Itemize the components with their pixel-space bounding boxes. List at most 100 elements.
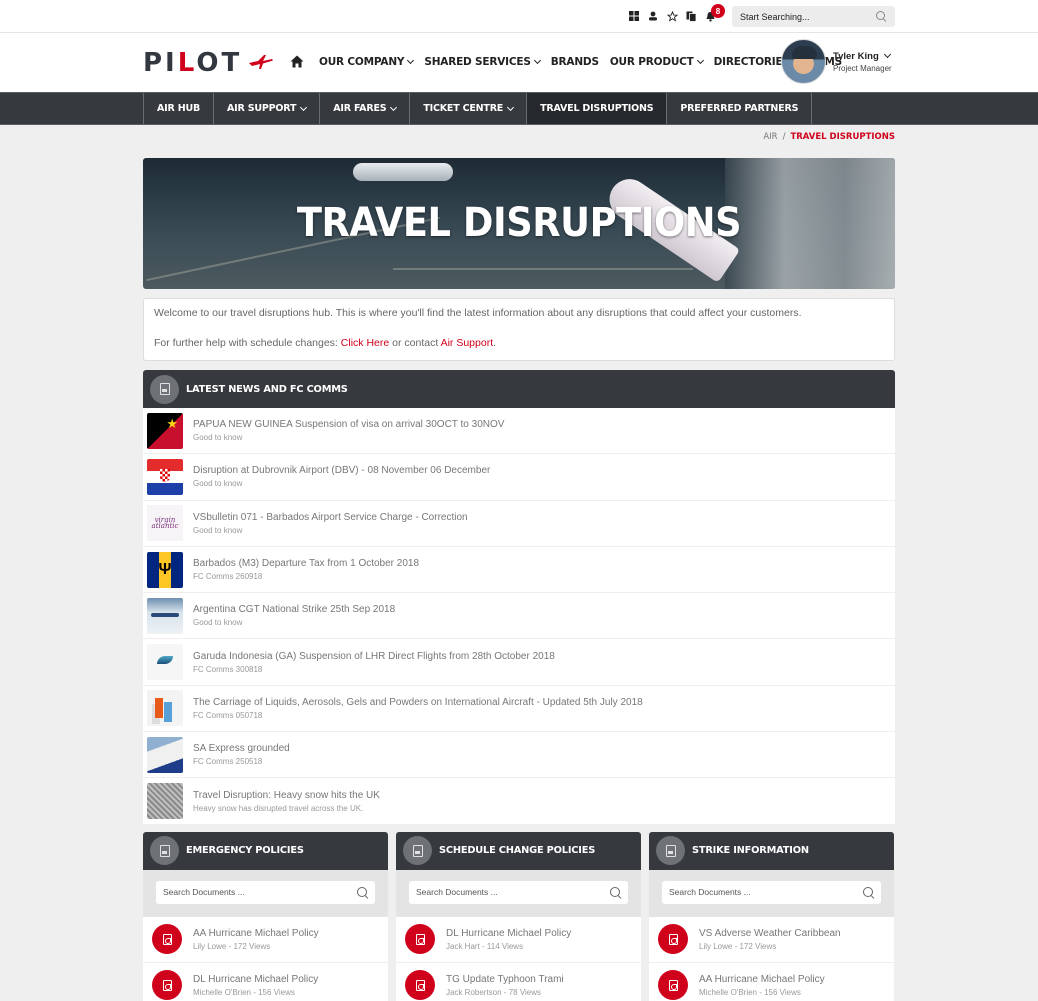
utility-icons: 8	[628, 4, 725, 26]
breadcrumb: AIR / TRAVEL DISRUPTIONS	[143, 125, 895, 149]
click-here-link[interactable]: Click Here	[341, 337, 389, 349]
air-support-link[interactable]: Air Support	[441, 337, 494, 349]
chevron-down-icon	[300, 103, 308, 111]
card-header: STRIKE INFORMATION	[649, 831, 894, 870]
card-header: EMERGENCY POLICIES	[143, 831, 388, 870]
virgin-atlantic-logo-icon: virgin atlantic	[147, 505, 183, 542]
breadcrumb-separator: /	[782, 132, 786, 142]
card-title: STRIKE INFORMATION	[692, 845, 809, 857]
chevron-down-icon	[507, 103, 515, 111]
document-cards: EMERGENCY POLICIES AA Hurricane Michael …	[143, 831, 895, 1001]
user-role: Project Manager	[833, 63, 892, 73]
news-item[interactable]: PAPUA NEW GUINEA Suspension of visa on a…	[143, 408, 895, 455]
user-name[interactable]: Tyler King	[833, 51, 892, 62]
breadcrumb-air[interactable]: AIR	[763, 132, 777, 142]
top-utility-bar: 8	[0, 0, 1038, 33]
global-search[interactable]	[732, 6, 895, 27]
intro-help-text: For further help with schedule changes: …	[154, 336, 497, 349]
tab-preferred-partners[interactable]: PREFERRED PARTNERS	[667, 93, 813, 124]
pdf-icon	[405, 970, 435, 1001]
hero-decoration	[393, 268, 693, 270]
pdf-icon	[405, 924, 435, 955]
chevron-down-icon	[883, 50, 891, 59]
user-menu[interactable]: Tyler King Project Manager	[781, 39, 892, 84]
png-flag-icon	[147, 412, 183, 449]
global-search-input[interactable]	[740, 11, 870, 22]
newspaper-icon	[150, 374, 179, 404]
snow-photo-icon	[147, 783, 183, 820]
document-icon	[656, 836, 685, 866]
document-item[interactable]: DL Hurricane Michael Policy Michelle O'Br…	[143, 963, 388, 1001]
croatia-flag-icon	[147, 458, 183, 495]
search-icon[interactable]	[863, 886, 874, 898]
schedule-change-policies-card: SCHEDULE CHANGE POLICIES DL Hurricane Mi…	[396, 831, 641, 1001]
chevron-down-icon	[696, 56, 704, 64]
barbados-flag-icon: Ψ	[147, 551, 183, 588]
news-panel: LATEST NEWS AND FC COMMS PAPUA NEW GUINE…	[143, 370, 895, 825]
document-search-input[interactable]	[416, 887, 596, 898]
document-search-input[interactable]	[669, 887, 849, 898]
document-icon	[150, 836, 179, 866]
plane-icon	[249, 55, 274, 69]
pilot-logo[interactable]: PILOT	[143, 50, 274, 76]
card-title: EMERGENCY POLICIES	[186, 845, 304, 857]
news-item[interactable]: Argentina CGT National Strike 25th Sep 2…	[143, 593, 895, 640]
search-icon[interactable]	[876, 11, 887, 22]
airplane-photo-icon	[147, 597, 183, 634]
news-list: PAPUA NEW GUINEA Suspension of visa on a…	[143, 408, 895, 825]
search-icon[interactable]	[357, 886, 368, 898]
notification-badge: 8	[711, 4, 725, 18]
document-item[interactable]: AA Hurricane Michael Policy Lily Lowe - 1…	[143, 917, 388, 963]
news-item[interactable]: Ψ Barbados (M3) Departure Tax from 1 Octo…	[143, 547, 895, 594]
document-item[interactable]: DL Hurricane Michael Policy Jack Hart - 1…	[396, 917, 641, 963]
chevron-down-icon	[390, 103, 398, 111]
news-item[interactable]: The Carriage of Liquids, Aerosols, Gels …	[143, 686, 895, 733]
intro-text: Welcome to our travel disruptions hub. T…	[154, 307, 802, 319]
nav-shared-services[interactable]: SHARED SERVICES	[424, 56, 541, 68]
logo-wordmark: PILOT	[143, 48, 243, 78]
nav-home[interactable]	[290, 55, 308, 68]
document-search[interactable]	[156, 880, 375, 904]
main-header: PILOT OUR COMPANY SHARED SERVICES BRANDS…	[0, 33, 1038, 92]
sa-express-photo-icon	[147, 736, 183, 773]
pdf-icon	[152, 970, 182, 1001]
page-title: TRAVEL DISRUPTIONS	[296, 200, 742, 246]
breadcrumb-current: TRAVEL DISRUPTIONS	[790, 132, 895, 142]
windows-icon[interactable]	[628, 10, 640, 22]
search-icon[interactable]	[610, 886, 621, 898]
documents-icon[interactable]	[685, 10, 697, 22]
document-item[interactable]: VS Adverse Weather Caribbean Lily Lowe - …	[649, 917, 894, 963]
document-search-input[interactable]	[163, 887, 343, 898]
chevron-down-icon	[533, 56, 541, 64]
garuda-logo-icon	[147, 644, 183, 681]
home-icon	[290, 55, 304, 68]
main-nav: OUR COMPANY SHARED SERVICES BRANDS OUR P…	[290, 55, 842, 68]
document-item[interactable]: AA Hurricane Michael Policy Michelle O'Br…	[649, 963, 894, 1001]
avatar[interactable]	[781, 39, 826, 84]
news-item[interactable]: Travel Disruption: Heavy snow hits the U…	[143, 778, 895, 825]
star-icon[interactable]	[666, 10, 678, 22]
tab-air-hub[interactable]: AIR HUB	[144, 93, 215, 124]
document-search[interactable]	[409, 880, 628, 904]
nav-directories[interactable]: DIRECTORIES	[714, 56, 790, 68]
bell-icon[interactable]: 8	[704, 4, 725, 22]
news-item[interactable]: SA Express grounded FC Comms 250518	[143, 732, 895, 779]
tab-travel-disruptions[interactable]: TRAVEL DISRUPTIONS	[527, 93, 668, 124]
hero-banner: TRAVEL DISRUPTIONS	[143, 158, 895, 289]
chevron-down-icon	[407, 56, 415, 64]
document-item[interactable]: TG Update Typhoon Trami Jack Robertson - …	[396, 963, 641, 1001]
document-icon	[403, 836, 432, 866]
nav-our-company[interactable]: OUR COMPANY	[319, 56, 415, 68]
news-item[interactable]: virgin atlantic VSbulletin 071 - Barbados …	[143, 501, 895, 547]
tab-air-fares[interactable]: AIR FARES	[320, 93, 411, 124]
pdf-icon	[658, 924, 688, 955]
card-header: SCHEDULE CHANGE POLICIES	[396, 831, 641, 870]
user-icon[interactable]	[647, 10, 659, 22]
nav-our-product[interactable]: OUR PRODUCT	[610, 56, 704, 68]
tab-ticket-centre[interactable]: TICKET CENTRE	[410, 93, 528, 124]
document-search[interactable]	[662, 880, 881, 904]
news-item[interactable]: Disruption at Dubrovnik Airport (DBV) - …	[143, 454, 895, 501]
news-item[interactable]: Garuda Indonesia (GA) Suspension of LHR …	[143, 639, 895, 686]
nav-brands[interactable]: BRANDS	[551, 56, 599, 68]
tab-air-support[interactable]: AIR SUPPORT	[214, 93, 321, 124]
